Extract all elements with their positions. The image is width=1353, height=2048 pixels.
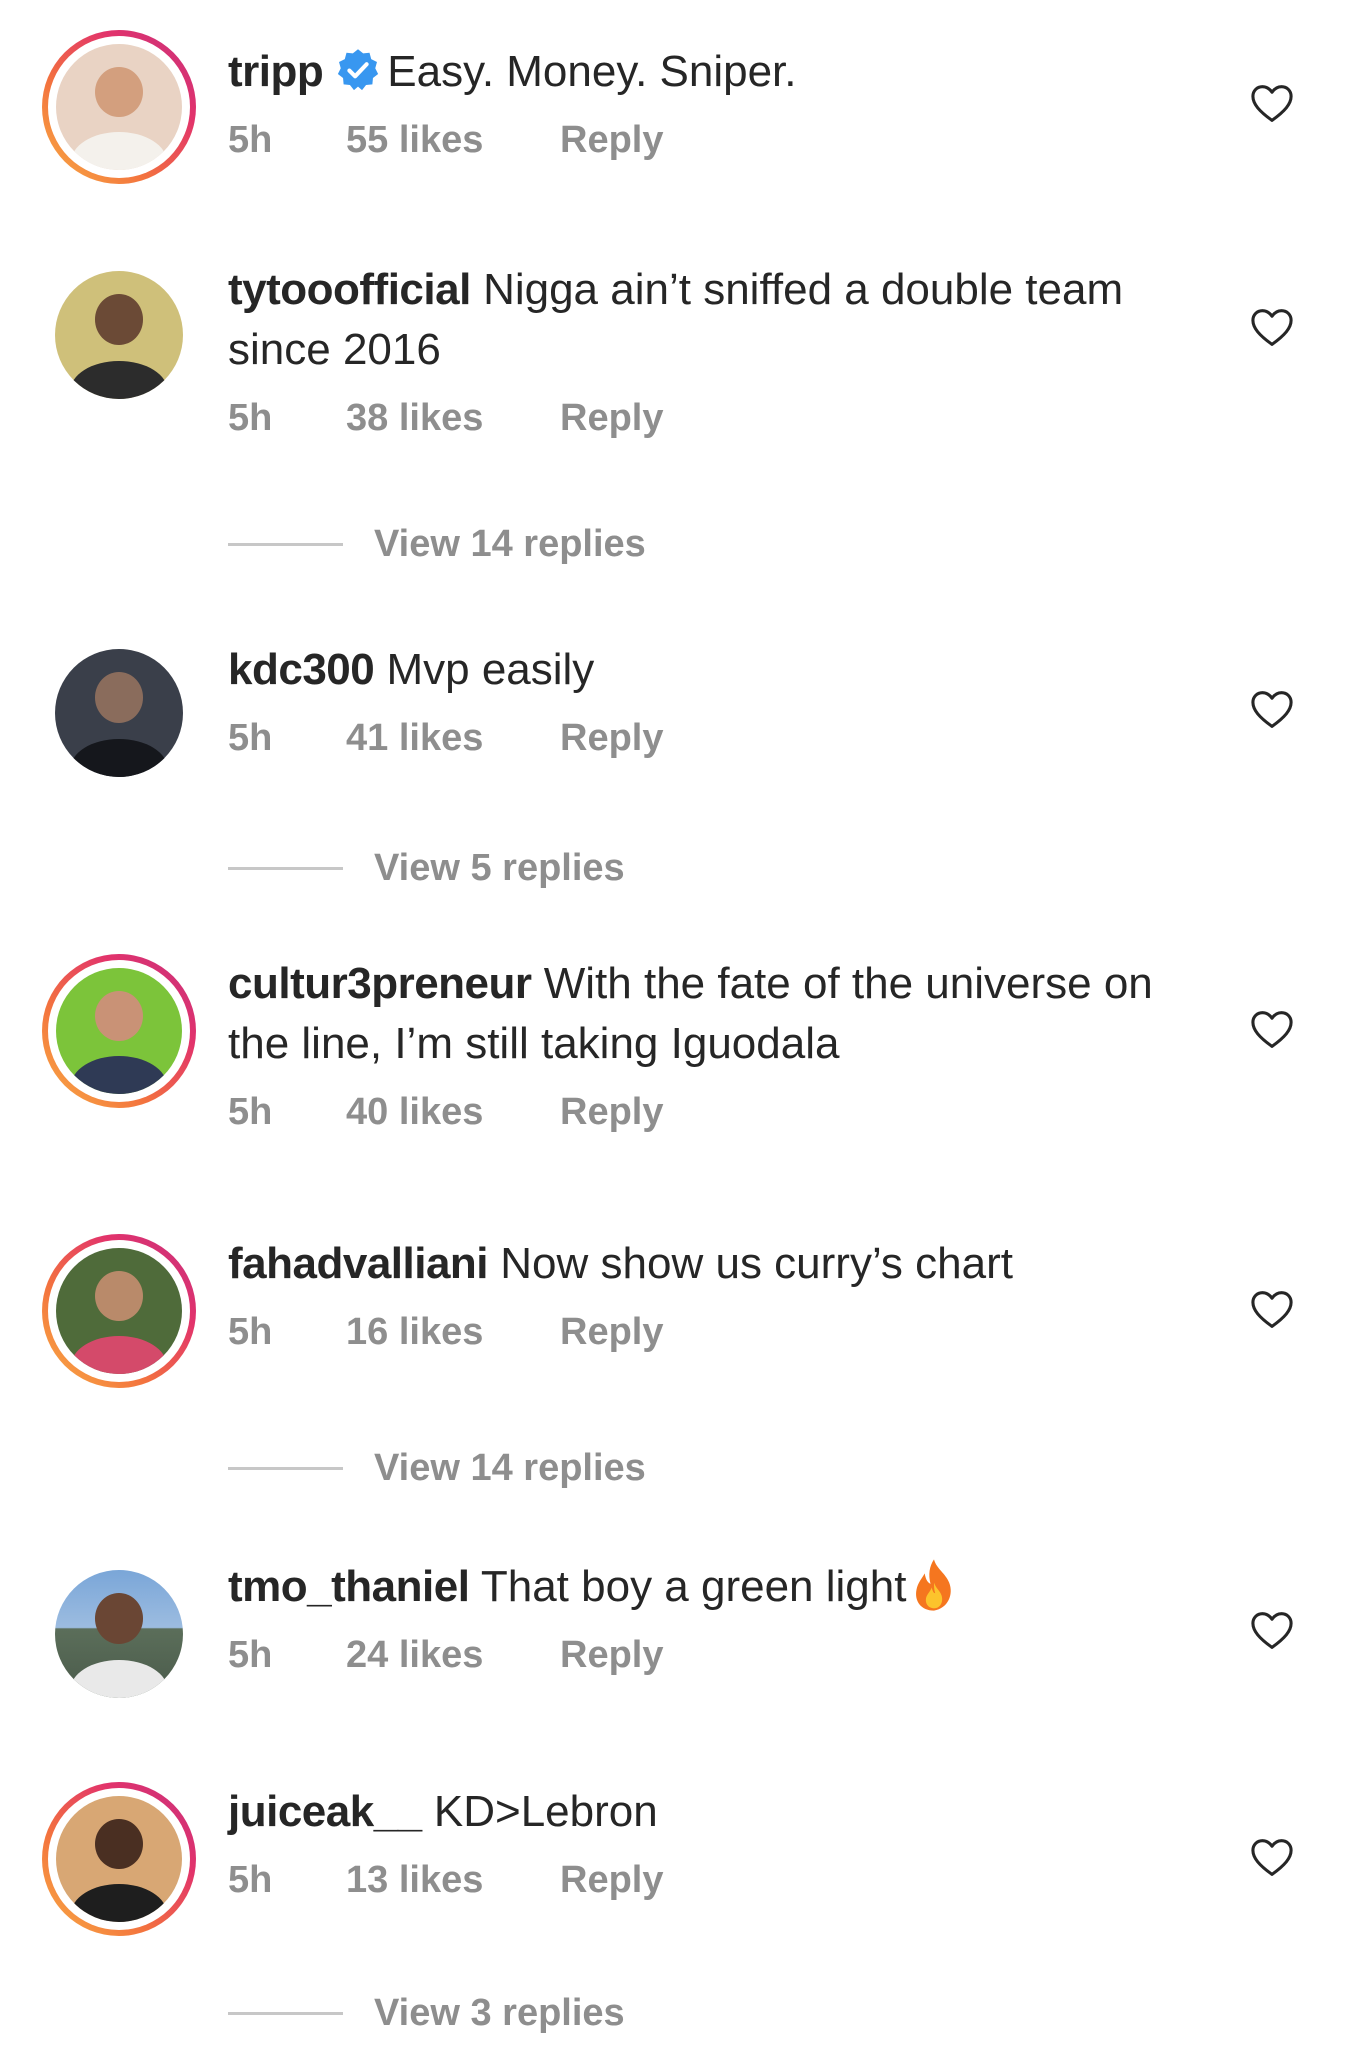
comment-meta: 5h 24 likes Reply [228,1631,1188,1679]
reply-button[interactable]: Reply [560,1856,663,1904]
avatar-story-ring[interactable] [42,1782,196,1936]
reply-button[interactable]: Reply [560,116,663,164]
heart-outline-icon[interactable] [1250,1838,1294,1878]
avatar [56,1796,182,1922]
comment-likes[interactable]: 24 likes [346,1631,560,1679]
comment-time: 5h [228,397,273,439]
view-replies-label: View 14 replies [374,1447,646,1489]
avatar [56,1248,182,1374]
comment-time: 5h [228,1091,273,1133]
verified-badge-icon [338,49,379,91]
replies-divider [228,543,343,546]
comment-username[interactable]: juiceak__ [228,1787,422,1836]
comment-text: kdc300 Mvp easily [228,640,1188,700]
comment-body: Now show us curry’s chart [500,1239,1013,1288]
comment-time: 5h [228,717,273,759]
heart-outline-icon[interactable] [1250,1611,1294,1651]
view-replies-label: View 3 replies [374,1992,625,2034]
reply-button[interactable]: Reply [560,1308,663,1356]
avatar-wrapper[interactable] [42,636,196,790]
avatar [55,649,183,777]
avatar-story-ring[interactable] [42,954,196,1108]
comment-time: 5h [228,1634,273,1676]
view-replies-label: View 14 replies [374,523,646,565]
comment-body: Mvp easily [386,645,595,694]
comment-meta: 5h 41 likes Reply [228,714,1188,762]
comment-likes[interactable]: 13 likes [346,1856,560,1904]
comment-meta: 5h 55 likes Reply [228,116,1188,164]
comment-text: cultur3preneur With the fate of the univ… [228,954,1188,1074]
comment-username[interactable]: tripp [228,47,324,96]
heart-outline-icon[interactable] [1250,690,1294,730]
view-replies-label: View 5 replies [374,847,625,889]
comment-likes[interactable]: 41 likes [346,714,560,762]
comment-body: KD>Lebron [433,1787,658,1836]
avatar-wrapper[interactable] [42,1557,196,1711]
avatar [55,1570,183,1698]
comment-likes[interactable]: 16 likes [346,1308,560,1356]
comment-text: juiceak__ KD>Lebron [228,1782,1188,1842]
replies-divider [228,867,343,870]
comment-time: 5h [228,119,273,161]
comment-text: tytooofficial Nigga ain’t sniffed a doub… [228,260,1188,380]
comment-body: That boy a green light [480,1562,907,1611]
comment-meta: 5h 40 likes Reply [228,1088,1188,1136]
comment-username[interactable]: fahadvalliani [228,1239,489,1288]
comment-body: Easy. Money. Sniper. [387,47,797,96]
avatar [55,271,183,399]
reply-button[interactable]: Reply [560,394,663,442]
heart-outline-icon[interactable] [1250,84,1294,124]
reply-button[interactable]: Reply [560,1631,663,1679]
avatar-story-ring[interactable] [42,30,196,184]
comment-username[interactable]: tytooofficial [228,265,471,314]
avatar [56,44,182,170]
comment-likes[interactable]: 38 likes [346,394,560,442]
comment-meta: 5h 13 likes Reply [228,1856,1188,1904]
comment-username[interactable]: kdc300 [228,645,375,694]
comment-meta: 5h 38 likes Reply [228,394,1188,442]
comment-text: tripp Easy. Money. Sniper. [228,42,1188,102]
heart-outline-icon[interactable] [1250,1010,1294,1050]
avatar-wrapper[interactable] [42,258,196,412]
replies-divider [228,1467,343,1470]
reply-button[interactable]: Reply [560,1088,663,1136]
avatar-story-ring[interactable] [42,1234,196,1388]
comment-meta: 5h 16 likes Reply [228,1308,1188,1356]
heart-outline-icon[interactable] [1250,1290,1294,1330]
heart-outline-icon[interactable] [1250,308,1294,348]
comment-time: 5h [228,1311,273,1353]
replies-divider [228,2012,343,2015]
fire-icon [916,1559,952,1611]
reply-button[interactable]: Reply [560,714,663,762]
comment-username[interactable]: tmo_thaniel [228,1562,470,1611]
comment-likes[interactable]: 55 likes [346,116,560,164]
comment-text: tmo_thaniel That boy a green light [228,1557,1188,1617]
avatar [56,968,182,1094]
comment-text: fahadvalliani Now show us curry’s chart [228,1234,1188,1294]
comment-time: 5h [228,1859,273,1901]
comment-likes[interactable]: 40 likes [346,1088,560,1136]
comment-username[interactable]: cultur3preneur [228,959,532,1008]
